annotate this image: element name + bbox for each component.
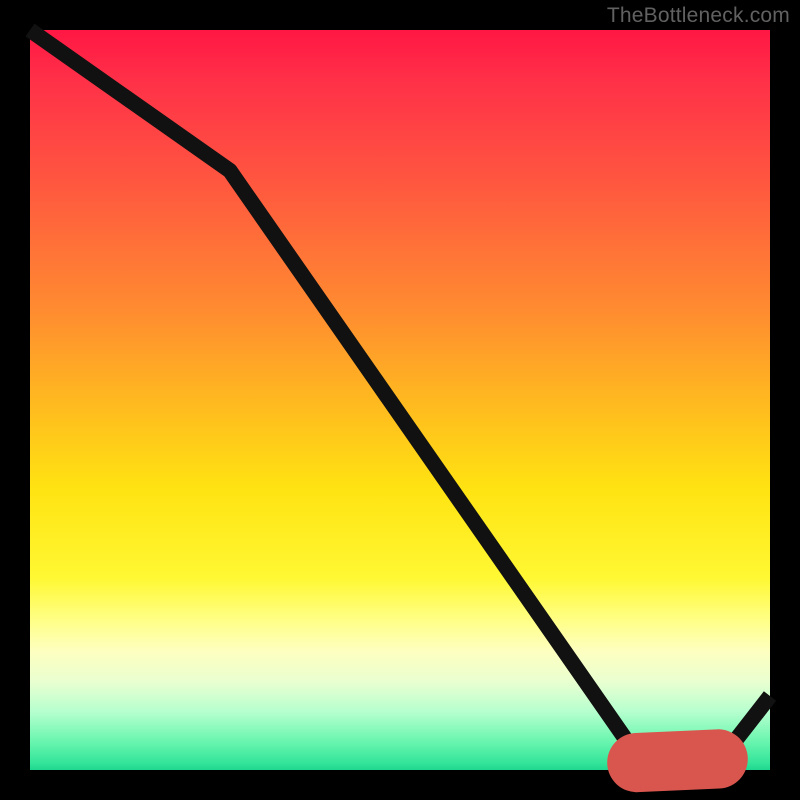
plot-area	[30, 30, 770, 770]
highlight-end-dot	[710, 751, 726, 767]
watermark-text: TheBottleneck.com	[607, 4, 790, 28]
curve-line	[30, 30, 770, 763]
highlight-segment	[637, 759, 718, 763]
highlight-start-dot	[629, 757, 645, 773]
line-layer	[30, 30, 770, 770]
chart-frame: TheBottleneck.com	[0, 0, 800, 800]
